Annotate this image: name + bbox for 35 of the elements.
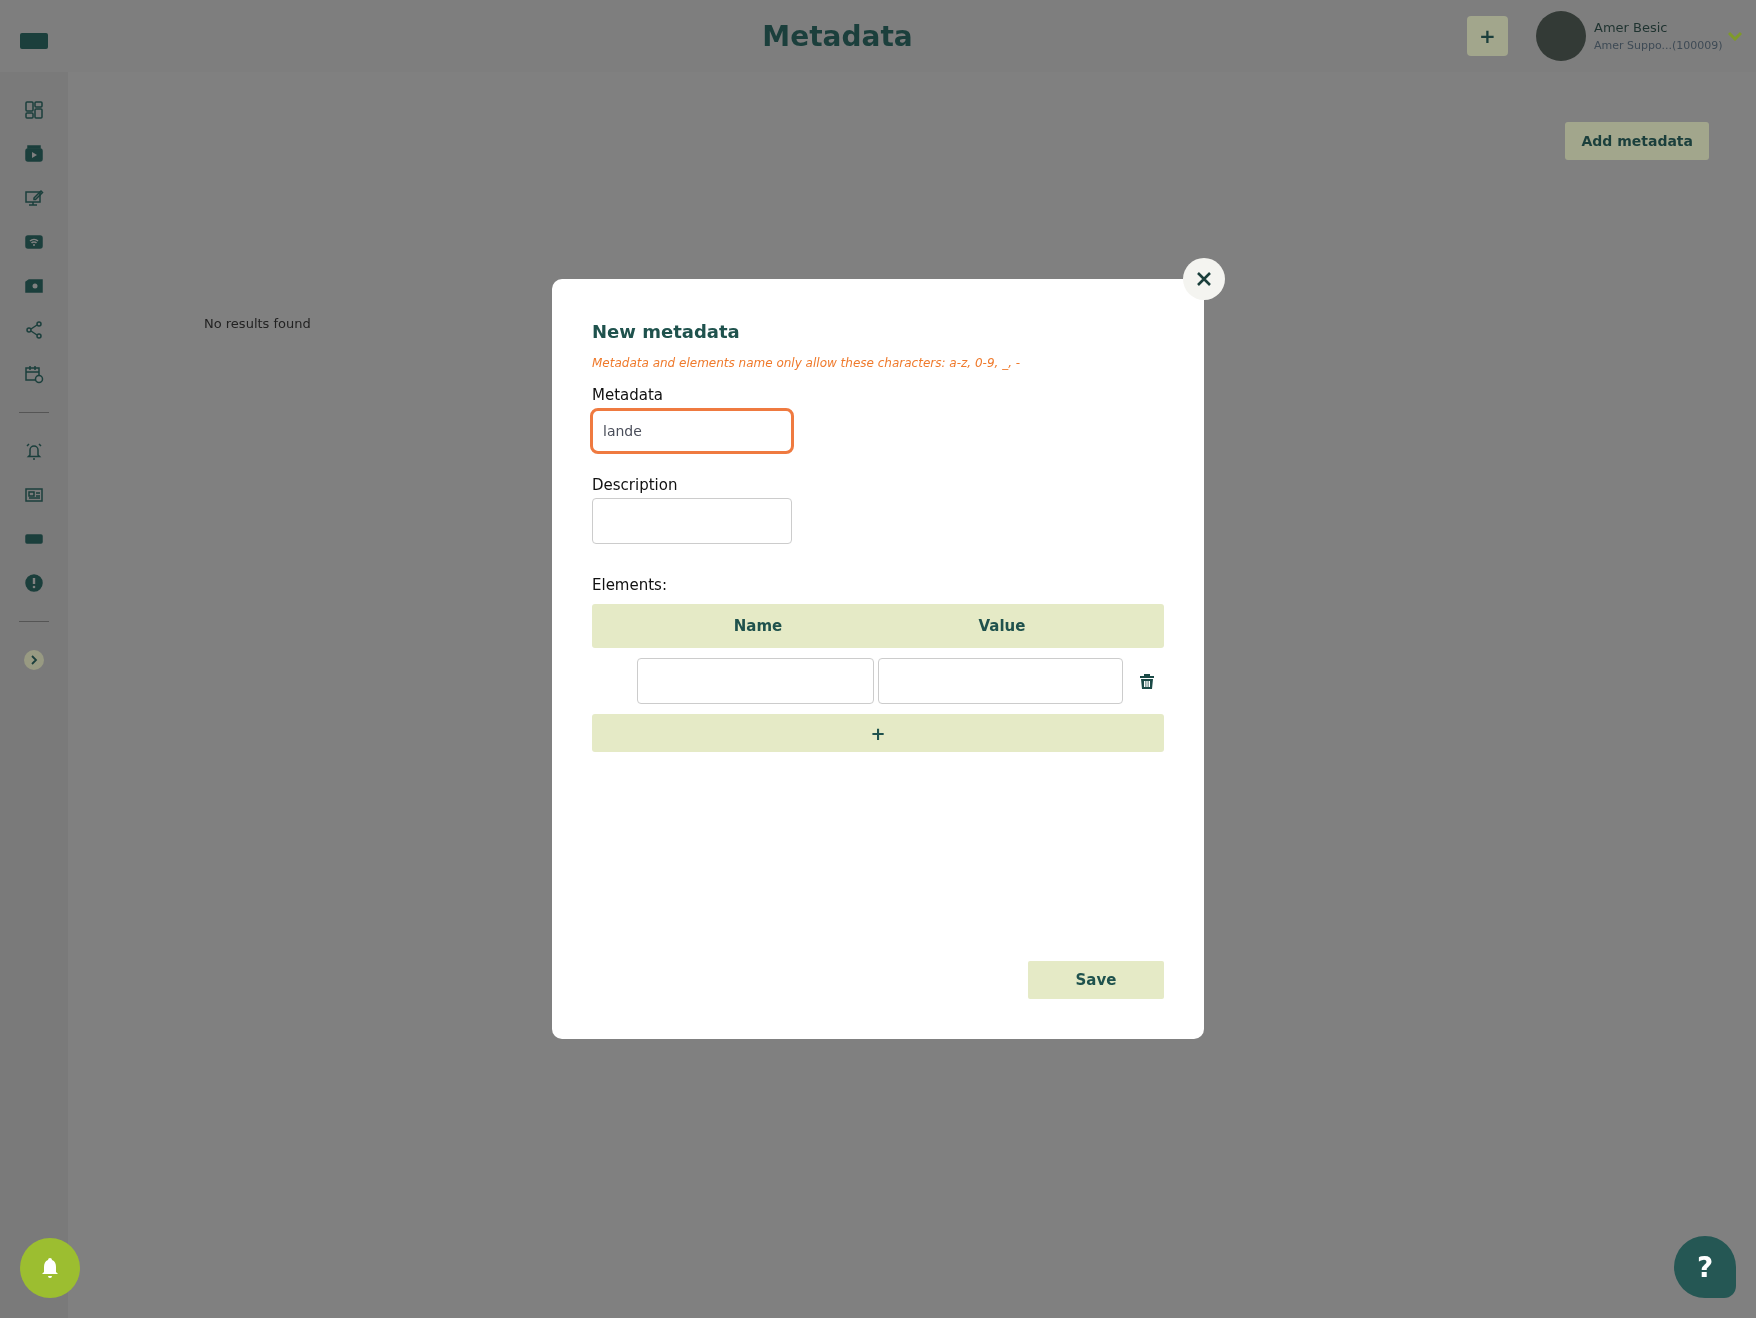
field-label: Description (592, 476, 679, 494)
input-field[interactable] (592, 498, 792, 544)
page-title: Metadata (761, 19, 914, 53)
input-field[interactable]: lande (590, 408, 794, 454)
add-metadata-button[interactable]: Add metadata (1565, 122, 1709, 160)
trash-icon[interactable] (1140, 673, 1154, 689)
dashboard-icon[interactable] (24, 100, 44, 120)
close-icon[interactable] (1183, 258, 1225, 300)
user-name: Amer Besic (1594, 20, 1669, 35)
field-label: Metadata (592, 386, 665, 404)
video-folder-icon[interactable] (24, 144, 44, 164)
add-row-button[interactable]: + (592, 714, 1164, 752)
newspaper-icon[interactable] (24, 485, 44, 505)
save-button[interactable]: Save (1028, 961, 1164, 999)
user-account: Amer Suppo...(100009) (1594, 39, 1722, 52)
alarm-bell-icon[interactable] (24, 441, 44, 461)
calendar-clock-icon[interactable] (24, 364, 44, 384)
hint-text: Metadata and elements name only allow these characters: a-z, 0-9, _, - (592, 356, 1022, 370)
bell-icon (40, 1257, 60, 1279)
modal-title: New metadata (592, 321, 741, 342)
expand-button[interactable] (24, 650, 44, 670)
photo-folder-icon[interactable] (24, 276, 44, 296)
share-icon[interactable] (24, 320, 44, 340)
help-button[interactable]: ? (1674, 1236, 1736, 1298)
column-header: Value (977, 617, 1027, 635)
chevron-right-icon (29, 655, 39, 665)
alert-icon[interactable] (24, 573, 44, 593)
avatar[interactable] (1536, 11, 1586, 61)
add-button[interactable]: + (1467, 16, 1508, 56)
value-input-field[interactable] (878, 658, 1123, 704)
elements-label: Elements: (592, 576, 668, 594)
column-header: Name (732, 617, 784, 635)
name-input-field[interactable] (637, 658, 874, 704)
wifi-screen-icon[interactable] (24, 232, 44, 252)
monitor-edit-icon[interactable] (24, 188, 44, 208)
